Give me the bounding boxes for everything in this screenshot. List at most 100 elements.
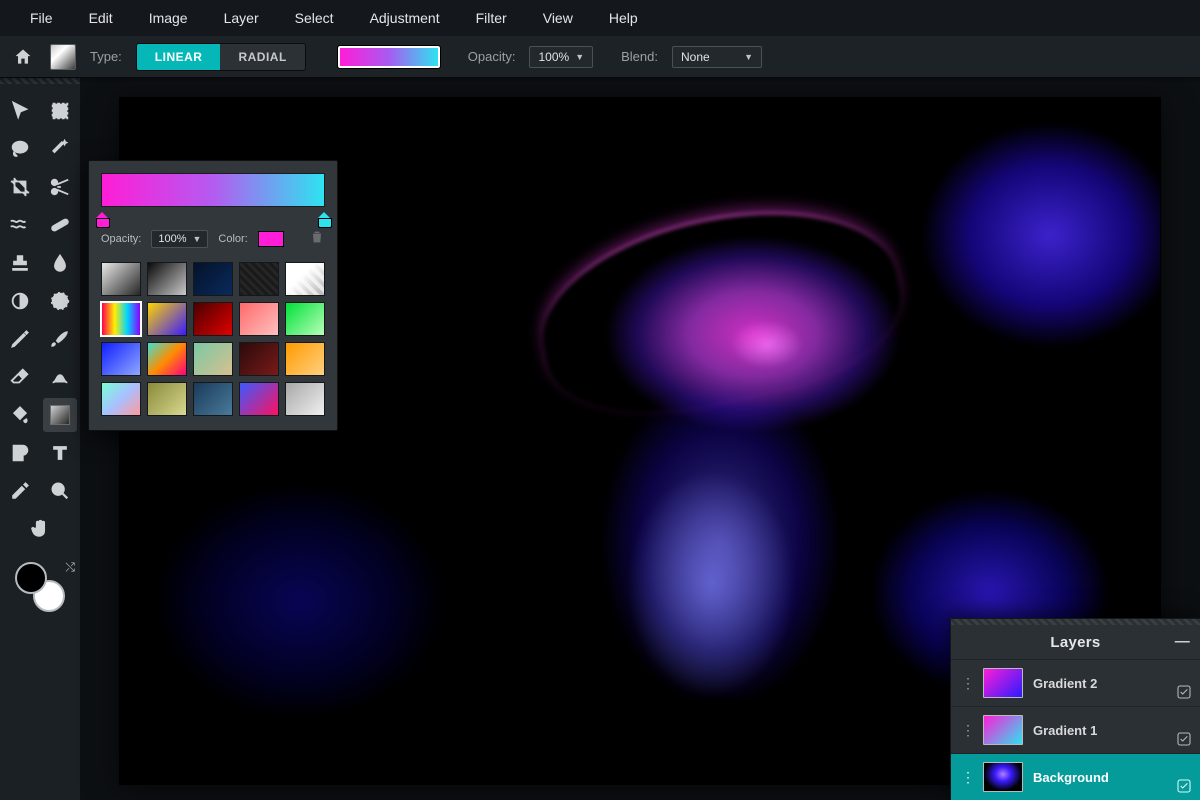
menu-adjustment[interactable]: Adjustment <box>352 0 458 36</box>
tool-smudge[interactable] <box>43 360 77 394</box>
gradient-preset[interactable] <box>147 342 187 376</box>
layer-visibility-toggle[interactable] <box>1176 684 1192 700</box>
layer-thumbnail <box>983 762 1023 792</box>
blend-dropdown[interactable]: None ▼ <box>672 46 762 68</box>
tool-eraser[interactable] <box>3 360 37 394</box>
tool-sharpen[interactable] <box>43 284 77 318</box>
popover-opacity-dropdown[interactable]: 100% ▼ <box>151 230 208 248</box>
popover-opacity-label: Opacity: <box>101 233 141 245</box>
gradient-type-radial-button[interactable]: RADIAL <box>220 44 304 70</box>
gradient-preset[interactable] <box>239 302 279 336</box>
tool-move[interactable] <box>3 94 37 128</box>
gradient-preset[interactable] <box>193 382 233 416</box>
gradient-preset[interactable] <box>285 382 325 416</box>
menu-select[interactable]: Select <box>277 0 352 36</box>
tool-fill[interactable] <box>3 398 37 432</box>
tool-dodge[interactable] <box>3 284 37 318</box>
gradient-preset[interactable] <box>239 262 279 296</box>
gradient-preset[interactable] <box>147 382 187 416</box>
layer-thumbnail <box>983 715 1023 745</box>
gradient-preset[interactable] <box>101 302 141 336</box>
gradient-stop-right[interactable] <box>318 206 330 220</box>
gradient-preset[interactable] <box>101 382 141 416</box>
layers-panel: Layers — ⋮ Gradient 2 ⋮ Gradient 1 ⋮ Bac… <box>950 618 1200 800</box>
gradient-preset[interactable] <box>101 262 141 296</box>
tool-clone[interactable] <box>3 246 37 280</box>
menu-edit[interactable]: Edit <box>71 0 131 36</box>
blend-value: None <box>681 50 710 64</box>
drag-handle-icon[interactable]: ⋮ <box>961 772 973 782</box>
wave-icon <box>9 214 31 236</box>
drag-handle-icon[interactable]: ⋮ <box>961 678 973 688</box>
tool-zoom[interactable] <box>43 474 77 508</box>
menu-help[interactable]: Help <box>591 0 656 36</box>
gradient-preset[interactable] <box>239 342 279 376</box>
pointer-icon <box>9 100 31 122</box>
layer-name: Background <box>1033 770 1190 785</box>
panel-minimize-button[interactable]: — <box>1175 633 1190 650</box>
gradient-preset[interactable] <box>147 262 187 296</box>
color-swap[interactable]: ⤭ <box>15 562 65 612</box>
gradient-preset[interactable] <box>101 342 141 376</box>
delete-stop-button[interactable] <box>309 229 325 248</box>
popover-opacity-value: 100% <box>158 233 186 245</box>
toolbar: ⤭ <box>0 78 80 800</box>
swap-colors-icon[interactable]: ⤭ <box>65 560 75 575</box>
tool-wand[interactable] <box>43 132 77 166</box>
gradient-preset[interactable] <box>239 382 279 416</box>
tool-gradient[interactable] <box>43 398 77 432</box>
gradient-preview-swatch[interactable] <box>338 46 440 68</box>
gradient-icon <box>50 405 70 425</box>
shape-icon <box>9 442 31 464</box>
gradient-presets <box>101 262 325 416</box>
tool-crop[interactable] <box>3 170 37 204</box>
layer-visibility-toggle[interactable] <box>1176 778 1192 794</box>
opacity-dropdown[interactable]: 100% ▼ <box>529 46 593 68</box>
layer-row[interactable]: ⋮ Gradient 2 <box>951 659 1200 706</box>
smudge-icon <box>49 366 71 388</box>
tool-text[interactable] <box>43 436 77 470</box>
tool-shape[interactable] <box>3 436 37 470</box>
menu-layer[interactable]: Layer <box>206 0 277 36</box>
tool-blur[interactable] <box>43 246 77 280</box>
tool-heal[interactable] <box>43 208 77 242</box>
layer-row[interactable]: ⋮ Background <box>951 753 1200 800</box>
stop-color-swatch[interactable] <box>258 231 284 247</box>
layer-name: Gradient 1 <box>1033 723 1190 738</box>
popover-color-label: Color: <box>218 233 247 245</box>
drag-handle-icon[interactable]: ⋮ <box>961 725 973 735</box>
layer-name: Gradient 2 <box>1033 676 1190 691</box>
tool-marquee[interactable] <box>43 94 77 128</box>
menu-view[interactable]: View <box>525 0 591 36</box>
canvas-artwork <box>140 484 460 744</box>
gradient-preset[interactable] <box>193 302 233 336</box>
gradient-preset[interactable] <box>285 302 325 336</box>
tool-pencil[interactable] <box>3 322 37 356</box>
gradient-preset[interactable] <box>147 302 187 336</box>
gradient-preset[interactable] <box>285 262 325 296</box>
hand-icon <box>29 518 51 540</box>
foreground-color-swatch[interactable] <box>15 562 47 594</box>
scissors-icon <box>49 176 71 198</box>
gradient-preset[interactable] <box>193 262 233 296</box>
gradient-stop-left[interactable] <box>96 206 108 220</box>
gradient-type-linear-button[interactable]: LINEAR <box>137 44 221 70</box>
tool-lasso[interactable] <box>3 132 37 166</box>
layers-panel-title: Layers <box>1050 634 1100 651</box>
menu-filter[interactable]: Filter <box>458 0 525 36</box>
marquee-icon <box>49 100 71 122</box>
tool-hand[interactable] <box>23 512 57 546</box>
menu-image[interactable]: Image <box>131 0 206 36</box>
checkbox-icon <box>1176 731 1192 747</box>
layer-visibility-toggle[interactable] <box>1176 731 1192 747</box>
gradient-preset[interactable] <box>193 342 233 376</box>
gradient-bar[interactable] <box>101 173 325 207</box>
tool-cut[interactable] <box>43 170 77 204</box>
menu-file[interactable]: File <box>12 0 71 36</box>
layer-row[interactable]: ⋮ Gradient 1 <box>951 706 1200 753</box>
home-button[interactable] <box>10 44 36 70</box>
gradient-preset[interactable] <box>285 342 325 376</box>
tool-brush[interactable] <box>43 322 77 356</box>
tool-eyedropper[interactable] <box>3 474 37 508</box>
tool-liquify[interactable] <box>3 208 37 242</box>
